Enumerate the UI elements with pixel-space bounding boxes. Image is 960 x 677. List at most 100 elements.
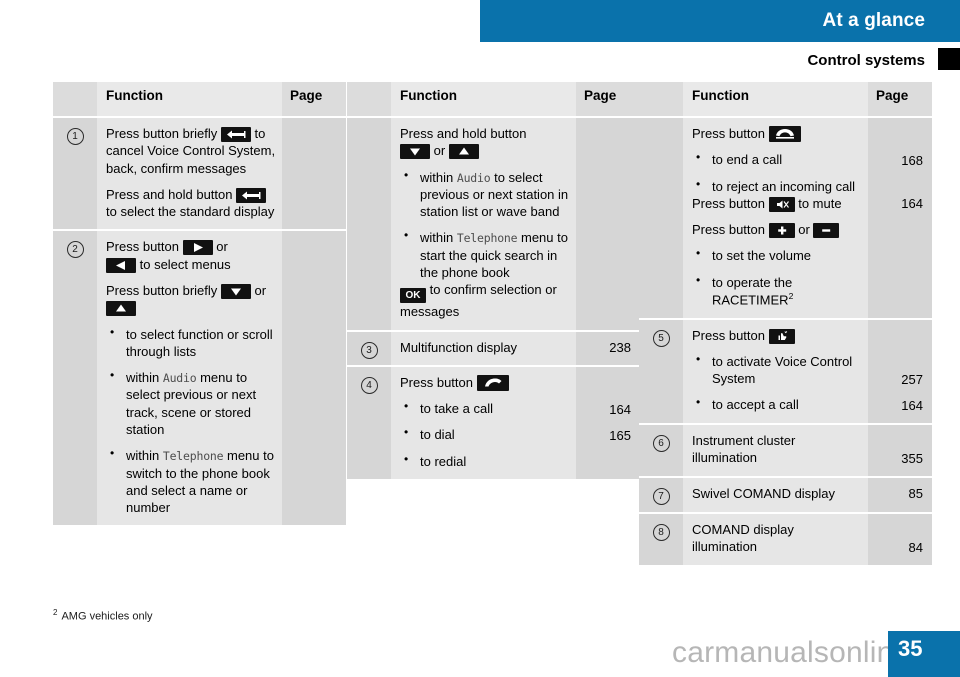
list-item: to take a call <box>400 399 570 417</box>
text-before: Press button <box>692 222 769 238</box>
list-item: to set the volume <box>692 246 862 264</box>
mute-icon <box>768 196 795 212</box>
page-reference: 238 <box>609 339 631 355</box>
function-table-1: Function Page 1 Press button briefly to … <box>53 82 346 528</box>
table-row: 3 Multifunction display 238 <box>347 330 640 367</box>
row-page-cell: 85 <box>868 477 932 514</box>
footnote: 2 AMG vehicles only <box>53 608 153 623</box>
page-reference: 168 <box>901 153 923 168</box>
callout-number: 4 <box>360 376 378 394</box>
row-function-cell: Press button to take a call to dial to r… <box>391 365 576 481</box>
bullet-text: to reject an incoming call <box>712 178 856 194</box>
row-page-cell <box>282 230 346 528</box>
bullet-pre: within <box>420 230 457 246</box>
bullet-text: to select function or scroll through lis… <box>126 326 273 359</box>
text-before: Press and hold button <box>106 186 237 202</box>
footnote-marker: 2 <box>788 290 794 301</box>
text-before: Press button briefly <box>106 282 221 298</box>
row-function-cell: Press button to activate Voice Control S… <box>683 318 868 426</box>
callout-number: 6 <box>652 435 670 453</box>
table-row: 8 COMAND display illumination 84 <box>639 512 932 567</box>
text-before: Press button <box>400 374 477 390</box>
page-reference: 85 <box>908 486 923 502</box>
callout-number: 5 <box>652 329 670 347</box>
menu-name: Telephone <box>162 449 224 464</box>
instruction-paragraph: Press button to mute <box>692 195 862 212</box>
list-item: within Audio to select previous or next … <box>400 168 570 221</box>
table-row: 5 Press button to activate Voice Control… <box>639 318 932 426</box>
row-function-cell: Press button briefly to cancel Voice Con… <box>97 117 282 232</box>
text-before: Press button briefly <box>106 126 221 141</box>
bullet-text: to set the volume <box>712 248 811 264</box>
row-number-cell: 6 <box>639 424 683 479</box>
table-row: Press and hold button or within Audio to… <box>347 117 640 332</box>
volume-down-icon <box>813 223 840 239</box>
list-item: within Telephone menu to start the quick… <box>400 228 570 281</box>
bullet-list: to take a call to dial to redial <box>400 399 570 470</box>
list-item: to reject an incoming call <box>692 177 862 195</box>
row-number-cell: 4 <box>347 365 391 481</box>
page-reference: 164 <box>901 397 923 413</box>
list-item: to end a call <box>692 150 862 168</box>
column-2: Function Page Press and hold button or w… <box>347 82 640 481</box>
list-item: to operate the RACETIMER2 <box>692 273 862 309</box>
bullet-pre: within <box>420 169 457 185</box>
page-reference: 165 <box>609 428 631 444</box>
row-page-cell <box>576 117 640 332</box>
bullet-text: to redial <box>420 453 467 469</box>
bullet-list: to end a call to reject an incoming call <box>692 150 862 195</box>
table-row: 4 Press button to take a call to dial to… <box>347 365 640 481</box>
table-row: 6 Instrument cluster illumination 355 <box>639 424 932 479</box>
text-mid: or <box>430 143 449 159</box>
table-row: 1 Press button briefly to cancel Voice C… <box>53 117 346 232</box>
row-page-cell: 355 <box>868 424 932 479</box>
instruction-paragraph: Press button briefly to cancel Voice Con… <box>106 125 276 177</box>
header-spacer <box>53 82 97 118</box>
bullet-pre: within <box>126 370 163 386</box>
text-after: to select the standard display <box>106 204 275 220</box>
bullet-list: within Audio to select previous or next … <box>400 168 570 282</box>
table-row: 2 Press button or to select menus Press … <box>53 230 346 528</box>
header-page: Page <box>868 82 932 118</box>
instruction-paragraph: Press button <box>692 125 862 142</box>
list-item: to redial <box>400 452 570 470</box>
text-after: to select menus <box>136 256 231 272</box>
function-table-3: Function Page Press button to end a call… <box>639 82 932 567</box>
callout-number: 1 <box>66 128 84 145</box>
text-before: Press button <box>692 195 769 211</box>
instruction-paragraph: Press button or <box>692 221 862 239</box>
bullet-text: to take a call <box>420 401 493 417</box>
page-reference: 84 <box>908 539 923 555</box>
list-item: within Audio menu to select previous or … <box>106 368 276 438</box>
bullet-list: to activate Voice Control System to acce… <box>692 352 862 414</box>
row-number-cell: 5 <box>639 318 683 426</box>
phone-end-icon <box>768 126 801 142</box>
voice-control-icon <box>768 328 795 344</box>
header-page: Page <box>282 82 346 118</box>
column-3: Function Page Press button to end a call… <box>639 82 932 567</box>
page-number: 35 <box>898 636 923 661</box>
instruction-paragraph: Press button or to select menus <box>106 238 276 273</box>
instruction-paragraph: COMAND display illumination <box>692 521 794 554</box>
row-number-cell: 3 <box>347 330 391 367</box>
bullet-text: to operate the RACETIMER <box>712 274 793 308</box>
row-function-cell: Swivel COMAND display <box>683 477 868 514</box>
header-function: Function <box>97 82 282 118</box>
row-page-cell: 168 164 <box>868 117 932 320</box>
arrow-down-icon <box>220 283 251 299</box>
bullet-text: to dial <box>420 427 455 443</box>
page-title: At a glance <box>822 10 925 31</box>
page-reference: 355 <box>901 451 923 467</box>
arrow-right-icon <box>182 240 213 256</box>
list-item: to accept a call <box>692 395 862 413</box>
phone-accept-icon <box>476 374 509 391</box>
header-function: Function <box>391 82 576 118</box>
instruction-paragraph: Instrument cluster illumination <box>692 433 796 466</box>
text-after: to mute <box>794 195 842 211</box>
arrow-left-icon <box>106 257 136 273</box>
text-before: Press button <box>692 327 769 343</box>
menu-name: Audio <box>162 371 197 386</box>
row-number-cell: 2 <box>53 230 97 528</box>
text-mid: or <box>250 282 267 298</box>
volume-up-icon <box>768 223 795 239</box>
